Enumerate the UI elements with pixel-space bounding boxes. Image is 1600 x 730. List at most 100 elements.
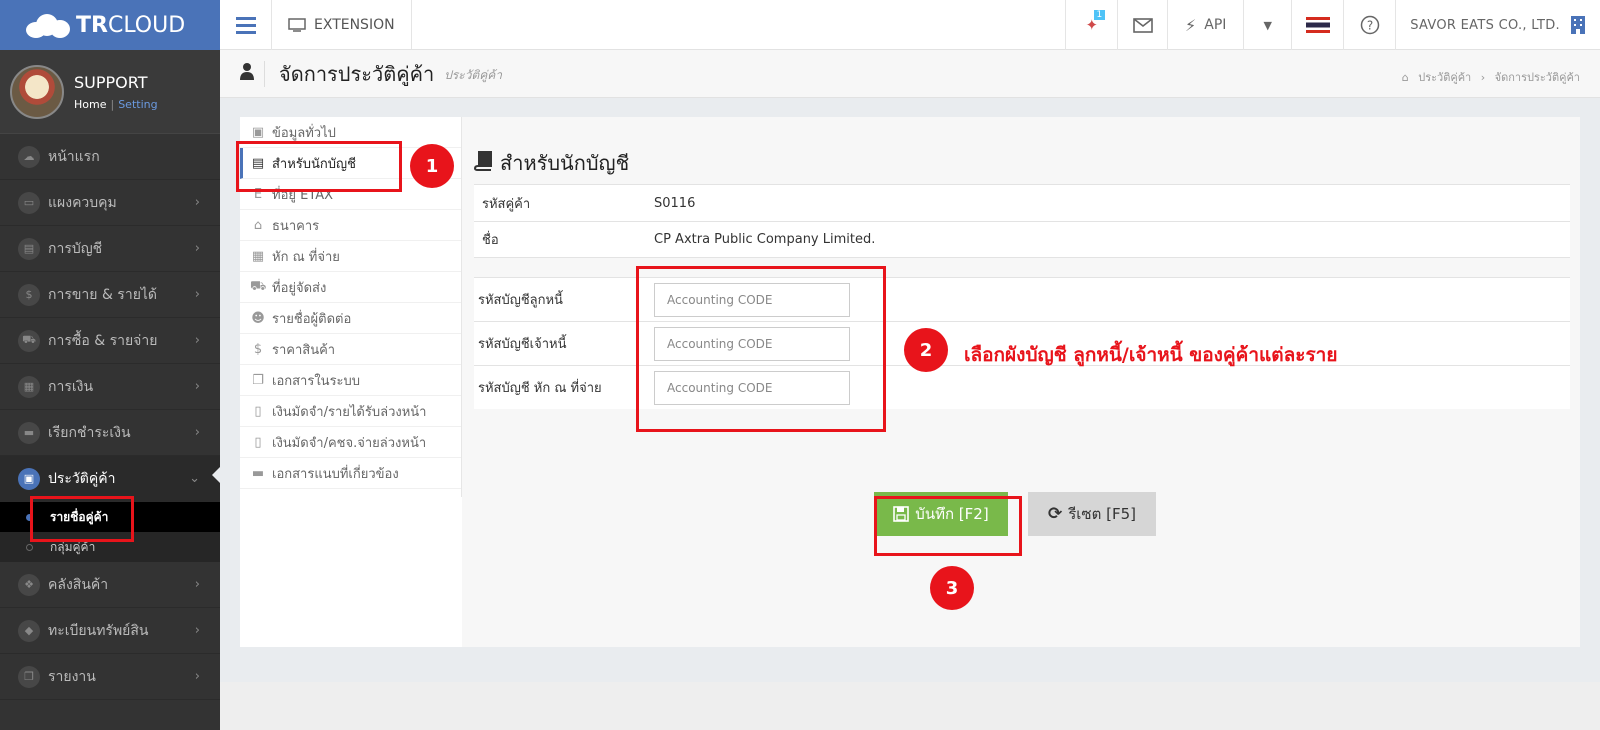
- dropdown-button[interactable]: ▼: [1243, 0, 1291, 50]
- sidebar-item-home[interactable]: ☁ หน้าแรก: [0, 134, 220, 180]
- notification-button[interactable]: ✦ 1: [1065, 0, 1117, 50]
- copy-icon: ❐: [252, 372, 264, 388]
- mail-button[interactable]: [1117, 0, 1167, 50]
- chevron-right-icon: ›: [194, 287, 200, 302]
- file-icon: ▯: [254, 403, 262, 419]
- home-link[interactable]: Home: [74, 98, 106, 111]
- sidebar-item-accounting[interactable]: ▤ การบัญชี ›: [0, 226, 220, 272]
- chevron-right-icon: ›: [194, 241, 200, 256]
- tab-contact-persons[interactable]: ☻ รายชื่อผู้ติดต่อ: [240, 303, 461, 334]
- menu-toggle-button[interactable]: [220, 0, 272, 50]
- setting-link[interactable]: Setting: [118, 98, 157, 111]
- sidebar-item-assets[interactable]: ◆ ทะเบียนทรัพย์สิน ›: [0, 608, 220, 654]
- plug-icon: ⚡: [1185, 15, 1197, 35]
- form-title: สำหรับนักบัญชี: [473, 147, 629, 179]
- sidebar-item-reports[interactable]: ❐ รายงาน ›: [0, 654, 220, 700]
- cloud-logo-icon: [26, 12, 72, 38]
- users-icon: ☻: [251, 310, 265, 326]
- form-area: สำหรับนักบัญชี รหัสคู่ค้า S0116 ชื่อ CP …: [462, 117, 1580, 647]
- truck-icon: ⛟: [250, 278, 267, 294]
- contact-card-icon: ▣: [251, 124, 265, 140]
- breadcrumb: ⌂ ประวัติคู่ค้า › จัดการประวัติคู่ค้า: [1401, 71, 1580, 84]
- company-selector[interactable]: SAVOR EATS CO., LTD.: [1395, 0, 1600, 50]
- info-row-name: ชื่อ CP Axtra Public Company Limited.: [474, 221, 1570, 258]
- api-button[interactable]: ⚡ API: [1167, 0, 1243, 50]
- building-icon: [1571, 16, 1585, 34]
- calendar-icon: ▦: [18, 375, 40, 398]
- tab-system-documents[interactable]: ❐ เอกสารในระบบ: [240, 365, 461, 396]
- refresh-icon: ⟳: [1048, 504, 1063, 524]
- page-title: จัดการประวัติคู่ค้า: [279, 61, 435, 86]
- cubes-icon: ❖: [18, 573, 40, 596]
- chevron-right-icon: ›: [194, 577, 200, 592]
- avatar[interactable]: [10, 64, 64, 119]
- info-row-code: รหัสคู่ค้า S0116: [474, 184, 1570, 221]
- tab-shipping-address[interactable]: ⛟ ที่อยู่จัดส่ง: [240, 272, 461, 303]
- tab-deposit-paid[interactable]: ▯ เงินมัดจำ/คชจ.จ่ายล่วงหน้า: [240, 427, 461, 458]
- contact-card-icon: ▣: [18, 467, 40, 490]
- chevron-right-icon: ›: [194, 195, 200, 210]
- chevron-right-icon: ›: [194, 669, 200, 684]
- chevron-right-icon: ›: [194, 379, 200, 394]
- book-icon: [473, 150, 492, 176]
- book-icon: ▤: [18, 237, 40, 260]
- tab-withholding-tax[interactable]: ▦ หัก ณ ที่จ่าย: [240, 241, 461, 272]
- annotation-box-submenu: [30, 496, 134, 542]
- dollar-icon: $: [253, 341, 263, 357]
- file-icon: ▯: [254, 434, 262, 450]
- home-icon[interactable]: ⌂: [1402, 71, 1409, 84]
- page-subtitle: ประวัติคู่ค้า: [444, 68, 503, 82]
- language-flag-button[interactable]: [1291, 0, 1343, 50]
- annotation-step-1: 1: [410, 144, 454, 188]
- sidebar-item-dashboard[interactable]: ▭ แผงควบคุม ›: [0, 180, 220, 226]
- chevron-right-icon: ›: [194, 425, 200, 440]
- annotation-box-tab: [236, 141, 402, 192]
- sidebar-item-sales[interactable]: $ การขาย & รายได้ ›: [0, 272, 220, 318]
- annotation-step-2: 2: [904, 328, 948, 372]
- copy-icon: ❐: [18, 665, 40, 688]
- breadcrumb-contacts[interactable]: ประวัติคู่ค้า: [1418, 71, 1471, 84]
- contact-code-value: S0116: [654, 195, 696, 211]
- extension-button[interactable]: EXTENSION: [272, 0, 412, 49]
- bank-icon: ⌂: [253, 217, 263, 233]
- caret-down-icon: ▼: [1263, 18, 1272, 32]
- user-icon: [240, 62, 254, 85]
- logo[interactable]: TRCLOUD: [0, 0, 220, 50]
- monitor-icon: ▭: [18, 191, 40, 214]
- notification-count-badge: 1: [1093, 10, 1106, 20]
- svg-text:?: ?: [1367, 19, 1373, 33]
- diamond-icon: ◆: [18, 619, 40, 642]
- dollar-icon: $: [18, 283, 40, 306]
- tab-bank[interactable]: ⌂ ธนาคาร: [240, 210, 461, 241]
- annotation-box-save: [874, 496, 1022, 556]
- document-icon: ▦: [251, 248, 265, 264]
- annotation-step-3: 3: [930, 566, 974, 610]
- annotation-box-inputs: [636, 266, 886, 432]
- thai-flag-icon: [1305, 17, 1330, 33]
- breadcrumb-current: จัดการประวัติคู่ค้า: [1494, 71, 1580, 84]
- info-table: รหัสคู่ค้า S0116 ชื่อ CP Axtra Public Co…: [474, 184, 1570, 258]
- folder-icon: ▬: [251, 465, 265, 481]
- help-button[interactable]: ?: [1343, 0, 1395, 50]
- profile-name: SUPPORT: [74, 72, 148, 92]
- credit-card-icon: ▬: [18, 421, 40, 444]
- annotation-note: เลือกผังบัญชี ลูกหนี้/เจ้าหนี้ ของคู่ค้า…: [964, 344, 1338, 366]
- cloud-icon: ☁: [18, 145, 40, 168]
- sidebar-item-purchases[interactable]: ⛟ การซื้อ & รายจ่าย ›: [0, 318, 220, 364]
- content-panel: ▣ ข้อมูลทั่วไป ▤ สำหรับนักบัญชี E ที่อยู่ E…: [240, 117, 1580, 647]
- cart-icon: ⛟: [18, 329, 40, 352]
- sidebar-item-inventory[interactable]: ❖ คลังสินค้า ›: [0, 562, 220, 608]
- contact-name-value: CP Axtra Public Company Limited.: [654, 232, 876, 247]
- reset-button[interactable]: ⟳ รีเซต [F5]: [1028, 492, 1156, 536]
- tab-attachments[interactable]: ▬ เอกสารแนบที่เกี่ยวข้อง: [240, 458, 461, 489]
- tab-deposit-received[interactable]: ▯ เงินมัดจำ/รายได้รับล่วงหน้า: [240, 396, 461, 427]
- sidebar-item-billing[interactable]: ▬ เรียกชำระเงิน ›: [0, 410, 220, 456]
- chevron-right-icon: ›: [194, 623, 200, 638]
- tab-product-prices[interactable]: $ ราคาสินค้า: [240, 334, 461, 365]
- sidebar-item-finance[interactable]: ▦ การเงิน ›: [0, 364, 220, 410]
- chevron-down-icon: ⌄: [189, 471, 200, 486]
- page-header: จัดการประวัติคู่ค้า ประวัติคู่ค้า ⌂ ประว…: [220, 50, 1600, 98]
- help-icon: ?: [1360, 15, 1379, 35]
- monitor-icon: [288, 17, 306, 32]
- mail-icon: [1132, 17, 1153, 33]
